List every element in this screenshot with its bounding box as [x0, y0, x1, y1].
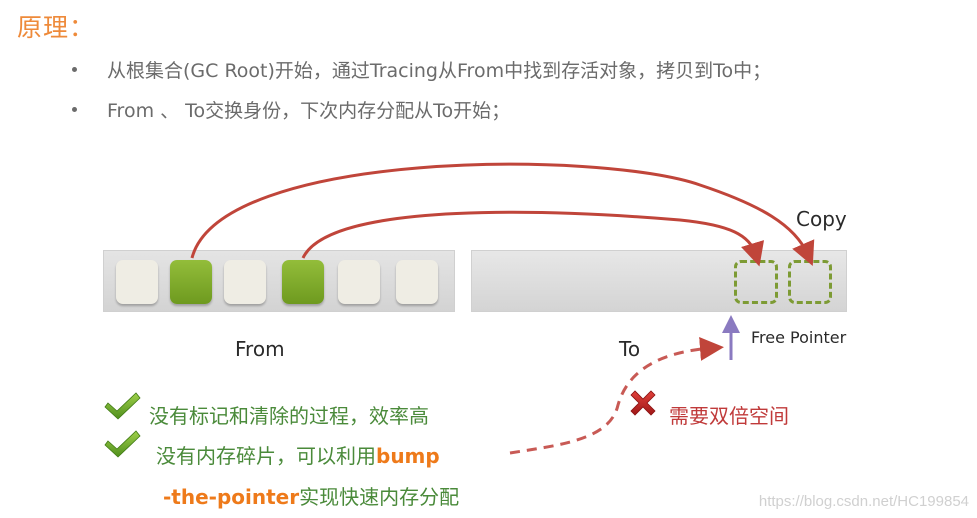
advantage-text: 实现快速内存分配 — [299, 485, 460, 509]
red-x-icon — [630, 390, 656, 416]
to-label: To — [619, 337, 641, 361]
copied-object-slot — [734, 260, 778, 304]
advantage-item: 没有标记和清除的过程，效率高 — [149, 404, 429, 428]
advantage-text: 没有内存碎片，可以利用 — [156, 444, 376, 468]
live-object-slot — [170, 260, 212, 304]
free-object-slot — [116, 260, 158, 304]
bullet-dot — [72, 67, 77, 72]
bullet-dot — [72, 107, 77, 112]
bump-highlight: bump — [376, 444, 440, 468]
disadvantage-item: 需要双倍空间 — [669, 404, 789, 428]
live-object-slot — [282, 260, 324, 304]
copy-arrow — [190, 162, 815, 267]
copied-object-slot — [788, 260, 832, 304]
section-heading: 原理： — [17, 13, 96, 42]
bullet-text: From 、 To交换身份，下次内存分配从To开始； — [107, 100, 511, 122]
bullet-item: From 、 To交换身份，下次内存分配从To开始； — [72, 96, 510, 123]
copy-label: Copy — [796, 207, 847, 231]
advantage-item: 没有内存碎片，可以利用bump — [156, 440, 440, 469]
free-object-slot — [338, 260, 380, 304]
the-pointer-highlight: -the-pointer — [163, 485, 300, 509]
from-label: From — [235, 337, 285, 361]
green-check-icon — [104, 392, 141, 420]
watermark: https://blog.csdn.net/HC199854 — [758, 493, 969, 510]
advantage-item-continued: -the-pointer实现快速内存分配 — [163, 481, 459, 510]
bullet-text: 从根集合(GC Root)开始，通过Tracing从From中找到存活对象，拷贝… — [107, 60, 772, 82]
free-object-slot — [224, 260, 266, 304]
free-object-slot — [396, 260, 438, 304]
from-space-bar — [103, 250, 455, 312]
bullet-item: 从根集合(GC Root)开始，通过Tracing从From中找到存活对象，拷贝… — [72, 56, 771, 83]
free-pointer-label: Free Pointer — [751, 328, 847, 347]
to-space-bar — [471, 250, 847, 312]
green-check-icon — [104, 430, 141, 458]
